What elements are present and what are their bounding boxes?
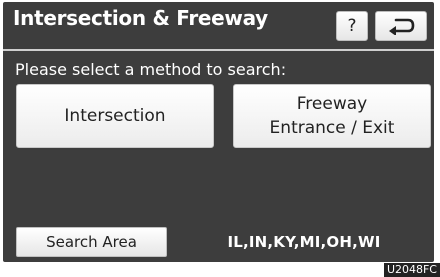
search-area-button[interactable]: Search Area <box>16 227 167 257</box>
page-title: Intersection & Freeway <box>13 6 268 30</box>
search-area-value: IL,IN,KY,MI,OH,WI <box>227 233 381 251</box>
search-area-label: Search Area <box>46 233 137 251</box>
help-button[interactable]: ? <box>336 11 368 41</box>
figure: Intersection & Freeway ? Please select a… <box>0 0 440 277</box>
navigation-screen: Intersection & Freeway ? Please select a… <box>3 2 434 262</box>
freeway-button-label-line2: Entrance / Exit <box>269 118 395 138</box>
back-button[interactable] <box>375 11 427 41</box>
intersection-button[interactable]: Intersection <box>16 84 214 148</box>
search-method-prompt: Please select a method to search: <box>15 60 287 79</box>
freeway-entrance-exit-button[interactable]: Freeway Entrance / Exit <box>233 84 431 148</box>
freeway-button-label-line1: Freeway <box>296 94 368 114</box>
intersection-button-label: Intersection <box>64 106 166 126</box>
figure-code: U2048FC <box>383 263 440 277</box>
return-arrow-icon <box>389 18 415 35</box>
question-icon: ? <box>347 16 357 36</box>
title-divider <box>3 49 434 51</box>
